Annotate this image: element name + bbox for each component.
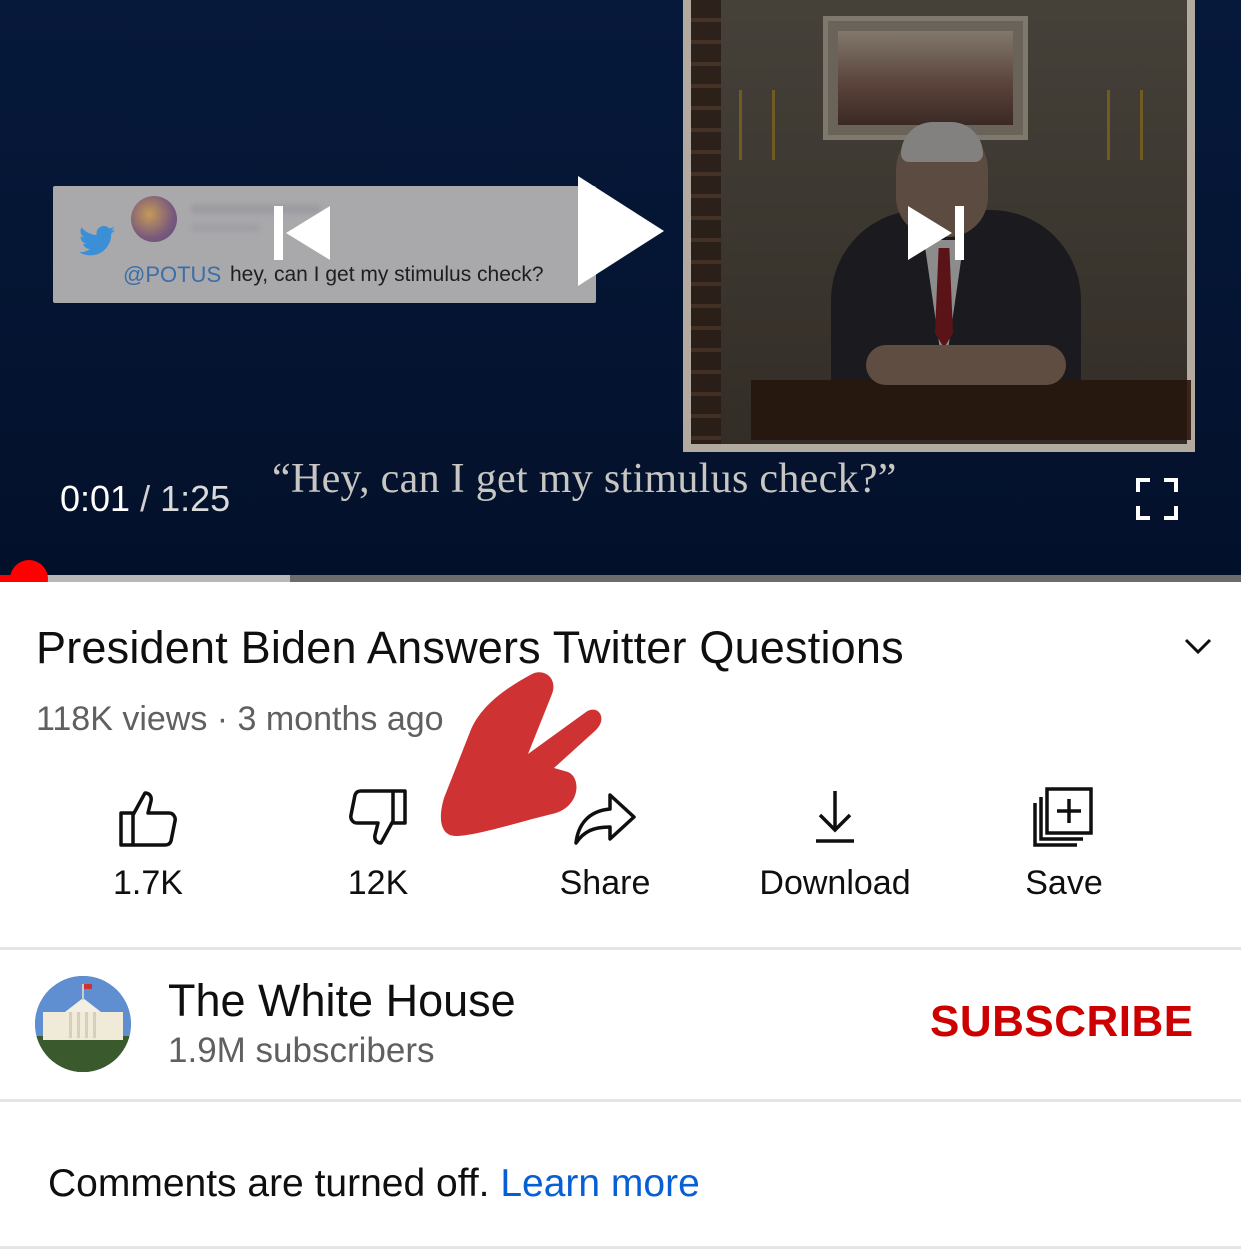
dislike-count: 12K [347, 864, 409, 902]
share-button[interactable]: Share [505, 780, 705, 920]
like-button[interactable]: 1.7K [48, 780, 248, 920]
subscriber-count: 1.9M subscribers [168, 1031, 435, 1070]
save-button[interactable]: Save [964, 780, 1164, 920]
time-separator: / [140, 478, 151, 519]
comments-off-text: Comments are turned off. [48, 1162, 490, 1205]
divider [0, 1099, 1241, 1102]
like-count: 1.7K [113, 864, 183, 902]
comments-disabled-notice: Comments are turned off. Learn more [48, 1162, 700, 1206]
save-playlist-icon [1033, 787, 1093, 847]
subscribe-button[interactable]: SUBSCRIBE [930, 997, 1194, 1047]
thumbs-up-icon [119, 791, 177, 847]
video-caption-quote: “Hey, can I get my stimulus check?” [272, 456, 897, 502]
tweet-avatar [131, 196, 177, 242]
share-label: Share [559, 864, 651, 902]
divider [0, 947, 1241, 950]
download-icon [816, 791, 854, 843]
current-time: 0:01 [60, 478, 131, 519]
skip-next-icon[interactable] [904, 200, 970, 266]
download-label: Download [759, 864, 911, 902]
tweet-blurred-handle [191, 224, 261, 232]
video-player[interactable]: @POTUS hey, can I get my stimulus check?… [0, 0, 1241, 582]
fullscreen-icon[interactable] [1134, 476, 1180, 522]
time-display: 0:01/1:25 [60, 478, 230, 520]
action-bar: 1.7K 12K Share Download Save [0, 780, 1241, 920]
play-icon[interactable] [572, 172, 668, 290]
skip-previous-icon[interactable] [268, 200, 334, 266]
save-label: Save [1025, 864, 1103, 902]
channel-row[interactable]: The White House 1.9M subscribers SUBSCRI… [0, 951, 1241, 1099]
white-house-image [35, 976, 131, 1072]
thumbs-down-icon [349, 789, 407, 845]
channel-name[interactable]: The White House [168, 975, 516, 1027]
dislike-button[interactable]: 12K [278, 780, 478, 920]
learn-more-link[interactable]: Learn more [500, 1162, 699, 1205]
channel-avatar[interactable] [35, 976, 131, 1072]
tweet-mention: @POTUS [123, 262, 222, 287]
tweet-text: hey, can I get my stimulus check? [230, 263, 544, 286]
chevron-down-icon[interactable] [1176, 626, 1220, 666]
download-button[interactable]: Download [735, 780, 935, 920]
video-title[interactable]: President Biden Answers Twitter Question… [36, 622, 904, 674]
duration: 1:25 [160, 478, 231, 519]
video-meta: 118K views · 3 months ago [36, 700, 444, 738]
divider [0, 1246, 1241, 1249]
share-icon [574, 793, 636, 845]
twitter-bird-icon [79, 226, 115, 256]
